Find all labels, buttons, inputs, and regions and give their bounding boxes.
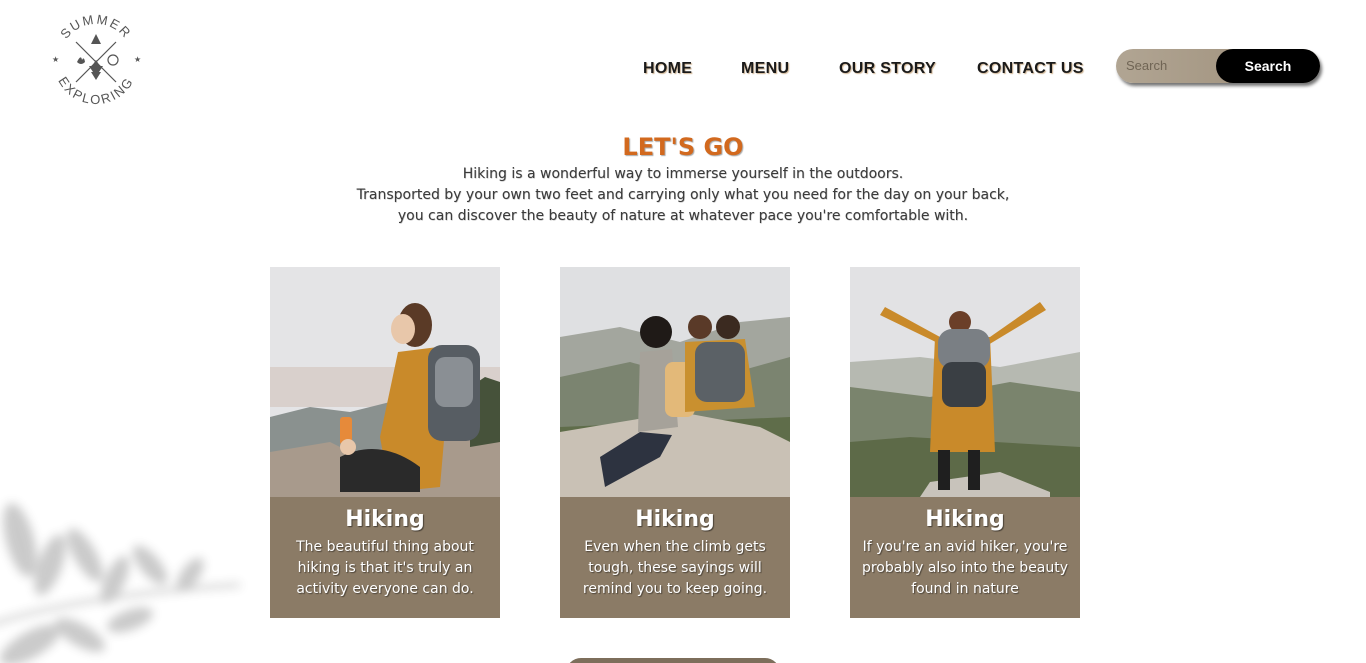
search-input[interactable] [1126,56,1218,74]
nav-menu[interactable]: MENU [741,60,789,78]
intro-text: Hiking is a wonderful way to immerse you… [0,164,1366,227]
nav-our-story[interactable]: OUR STORY [839,60,936,78]
search-bar: Search [1116,49,1320,83]
search-button[interactable]: Search [1216,49,1320,83]
card-title: Hiking [635,507,715,532]
card-hiking-2[interactable]: Hiking Even when the climb gets tough, t… [560,267,790,618]
intro-line: Transported by your own two feet and car… [356,187,1010,203]
summer-exploring-logo[interactable]: SUMMER EXPLORING ★ ★ [46,10,146,110]
card-title: Hiking [345,507,425,532]
svg-text:★: ★ [52,55,59,64]
card-hiking-3[interactable]: Hiking If you're an avid hiker, you're p… [850,267,1080,618]
card-text: Even when the climb gets tough, these sa… [582,539,768,597]
hiker-arms-raised-photo [850,267,1080,497]
intro-line: you can discover the beauty of nature at… [397,208,969,224]
card-title: Hiking [925,507,1005,532]
leaf-shadow-decoration [0,503,241,663]
svg-text:★: ★ [134,55,141,64]
card-text: If you're an avid hiker, you're probably… [861,539,1069,597]
intro-title: LET'S GO [622,133,744,161]
nav-contact-us[interactable]: CONTACT US [977,60,1084,78]
intro-line: Hiking is a wonderful way to immerse you… [462,166,904,182]
nav-home[interactable]: HOME [643,60,692,78]
card-text: The beautiful thing about hiking is that… [296,539,474,597]
card-hiking-1[interactable]: Hiking The beautiful thing about hiking … [270,267,500,618]
hiker-sitting-photo [270,267,500,497]
more-button[interactable] [566,658,780,663]
hikers-group-photo [560,267,790,497]
page: SUMMER EXPLORING ★ ★ HOME MENU OUR STORY… [0,0,1366,663]
